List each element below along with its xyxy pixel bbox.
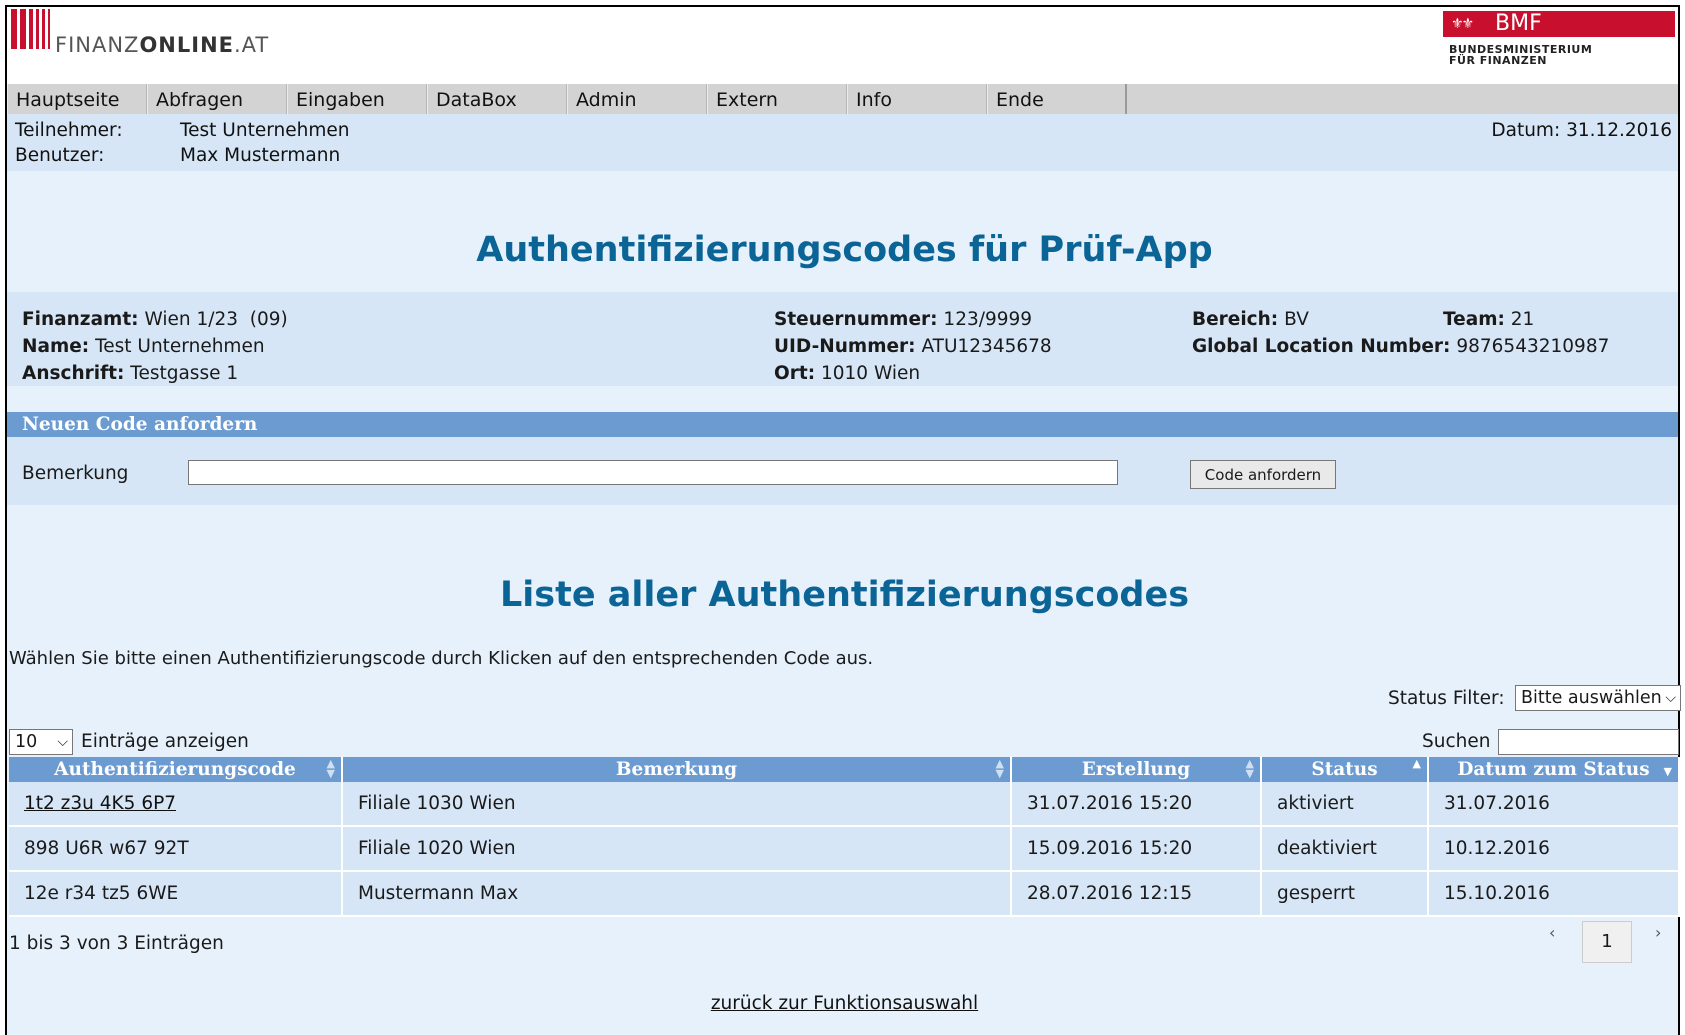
eagle-icon: ⚜⚜: [1451, 16, 1474, 32]
status-cell: aktiviert: [1261, 782, 1429, 827]
status-filter-select[interactable]: Bitte auswählen ⌵: [1515, 685, 1681, 711]
status-cell: gesperrt: [1261, 871, 1429, 917]
finanzamt-field: Finanzamt: Wien 1/23 (09): [22, 309, 288, 330]
search-label: Suchen: [1422, 731, 1491, 752]
nav-extern[interactable]: Extern: [707, 84, 847, 114]
back-link-container: zurück zur Funktionsauswahl: [7, 993, 1682, 1014]
name-field: Name: Test Unternehmen: [22, 336, 265, 357]
bemerkung-input[interactable]: [188, 460, 1118, 485]
sort-desc-icon: ▼: [1663, 765, 1672, 778]
header: FINANZONLINE.AT ⚜⚜ BMF BUNDESMINISTERIUM F…: [7, 7, 1678, 84]
table-info: 1 bis 3 von 3 Einträgen: [9, 933, 224, 954]
request-section-header: Neuen Code anfordern: [7, 412, 1678, 437]
erstellung-cell: 28.07.2016 12:15: [1011, 871, 1262, 917]
gln-field: Global Location Number: 9876543210987: [1192, 336, 1610, 357]
search-input[interactable]: [1498, 729, 1679, 755]
bmf-sub-line2: FÜR FINANZEN: [1449, 54, 1547, 67]
bemerkung-label: Bemerkung: [22, 463, 129, 484]
nav-eingaben[interactable]: Eingaben: [287, 84, 427, 114]
chevron-down-icon: ⌵: [57, 734, 68, 750]
nav-databox[interactable]: DataBox: [427, 84, 567, 114]
teilnehmer-label: Teilnehmer:: [15, 120, 123, 141]
table-row: 12e r34 tz5 6WE Mustermann Max 28.07.201…: [9, 871, 1680, 917]
taxpayer-info: Finanzamt: Wien 1/23 (09) Name: Test Unt…: [7, 292, 1678, 386]
page-1-button[interactable]: 1: [1582, 921, 1632, 963]
entries-label: Einträge anzeigen: [81, 731, 249, 752]
ort-field: Ort: 1010 Wien: [774, 363, 921, 384]
datum-cell: 15.10.2016: [1428, 871, 1680, 917]
bmf-label: BMF: [1495, 11, 1542, 36]
list-title: Liste aller Authentifizierungscodes: [499, 575, 1190, 615]
back-to-function-selection-link[interactable]: zurück zur Funktionsauswahl: [711, 993, 978, 1014]
bereich-field: Bereich: BV: [1192, 309, 1309, 330]
nav-abfragen[interactable]: Abfragen: [147, 84, 287, 114]
next-page-button[interactable]: ›: [1655, 923, 1661, 942]
nav-info[interactable]: Info: [847, 84, 987, 114]
column-header-status[interactable]: Status ▲: [1261, 757, 1429, 782]
bmf-logo: ⚜⚜ BMF BUNDESMINISTERIUM FÜR FINANZEN: [1443, 11, 1675, 66]
column-header-datum[interactable]: Datum zum Status ▼: [1428, 757, 1680, 782]
sort-both-icon: ▲ ▼: [1245, 757, 1254, 780]
code-cell: 898 U6R w67 92T: [9, 826, 343, 872]
datum-cell: 31.07.2016: [1428, 782, 1680, 827]
table-row: 1t2 z3u 4K5 6P7 Filiale 1030 Wien 31.07.…: [9, 782, 1680, 827]
table-row: 898 U6R w67 92T Filiale 1020 Wien 15.09.…: [9, 826, 1680, 872]
code-link[interactable]: 1t2 z3u 4K5 6P7: [24, 793, 176, 814]
status-cell: deaktiviert: [1261, 826, 1429, 872]
sort-both-icon: ▲ ▼: [326, 757, 335, 780]
codes-table: Authentifizierungscode ▲ ▼ Bemerkung ▲ ▼ Ers…: [9, 757, 1680, 917]
finanzonline-logo: FINANZONLINE.AT: [55, 33, 270, 57]
column-header-erstellung[interactable]: Erstellung ▲ ▼: [1011, 757, 1262, 782]
code-cell: 1t2 z3u 4K5 6P7: [9, 782, 343, 827]
chevron-down-icon: ⌵: [1665, 690, 1676, 706]
steuernummer-field: Steuernummer: 123/9999: [774, 309, 1033, 330]
app-window: FINANZONLINE.AT ⚜⚜ BMF BUNDESMINISTERIUM F…: [5, 5, 1682, 1035]
status-filter-value: Bitte auswählen: [1521, 688, 1662, 708]
nav-ende[interactable]: Ende: [987, 84, 1127, 114]
anschrift-field: Anschrift: Testgasse 1: [22, 363, 239, 384]
teilnehmer-value: Test Unternehmen: [180, 120, 350, 141]
uid-field: UID-Nummer: ATU12345678: [774, 336, 1052, 357]
nav-hauptseite[interactable]: Hauptseite: [7, 84, 147, 114]
list-hint: Wählen Sie bitte einen Authentifizierung…: [9, 648, 874, 669]
status-filter-label: Status Filter:: [1388, 688, 1505, 709]
erstellung-cell: 31.07.2016 15:20: [1011, 782, 1262, 827]
datum: Datum: 31.12.2016: [1491, 120, 1672, 141]
user-info-bar: Teilnehmer: Test Unternehmen Benutzer: M…: [7, 114, 1678, 171]
previous-page-button[interactable]: ‹: [1549, 923, 1555, 942]
bemerkung-cell: Filiale 1030 Wien: [342, 782, 1012, 827]
code-cell: 12e r34 tz5 6WE: [9, 871, 343, 917]
page-size-value: 10: [15, 732, 38, 752]
erstellung-cell: 15.09.2016 15:20: [1011, 826, 1262, 872]
benutzer-value: Max Mustermann: [180, 145, 341, 166]
sort-asc-icon: ▲: [1412, 757, 1421, 770]
sort-both-icon: ▲ ▼: [995, 757, 1004, 780]
column-header-code[interactable]: Authentifizierungscode ▲ ▼: [9, 757, 343, 782]
benutzer-label: Benutzer:: [15, 145, 105, 166]
column-header-bemerkung[interactable]: Bemerkung ▲ ▼: [342, 757, 1012, 782]
datum-cell: 10.12.2016: [1428, 826, 1680, 872]
main-nav: Hauptseite Abfragen Eingaben DataBox Adm…: [7, 84, 1678, 114]
page-title: Authentifizierungscodes für Prüf-App: [476, 230, 1213, 270]
page-size-select[interactable]: 10 ⌵: [9, 729, 73, 755]
code-anfordern-button[interactable]: Code anfordern: [1190, 460, 1336, 489]
bemerkung-cell: Mustermann Max: [342, 871, 1012, 917]
nav-admin[interactable]: Admin: [567, 84, 707, 114]
request-section: Bemerkung Code anfordern: [7, 437, 1678, 505]
table-header-row: Authentifizierungscode ▲ ▼ Bemerkung ▲ ▼ Ers…: [9, 757, 1680, 782]
bemerkung-cell: Filiale 1020 Wien: [342, 826, 1012, 872]
team-field: Team: 21: [1443, 309, 1535, 330]
